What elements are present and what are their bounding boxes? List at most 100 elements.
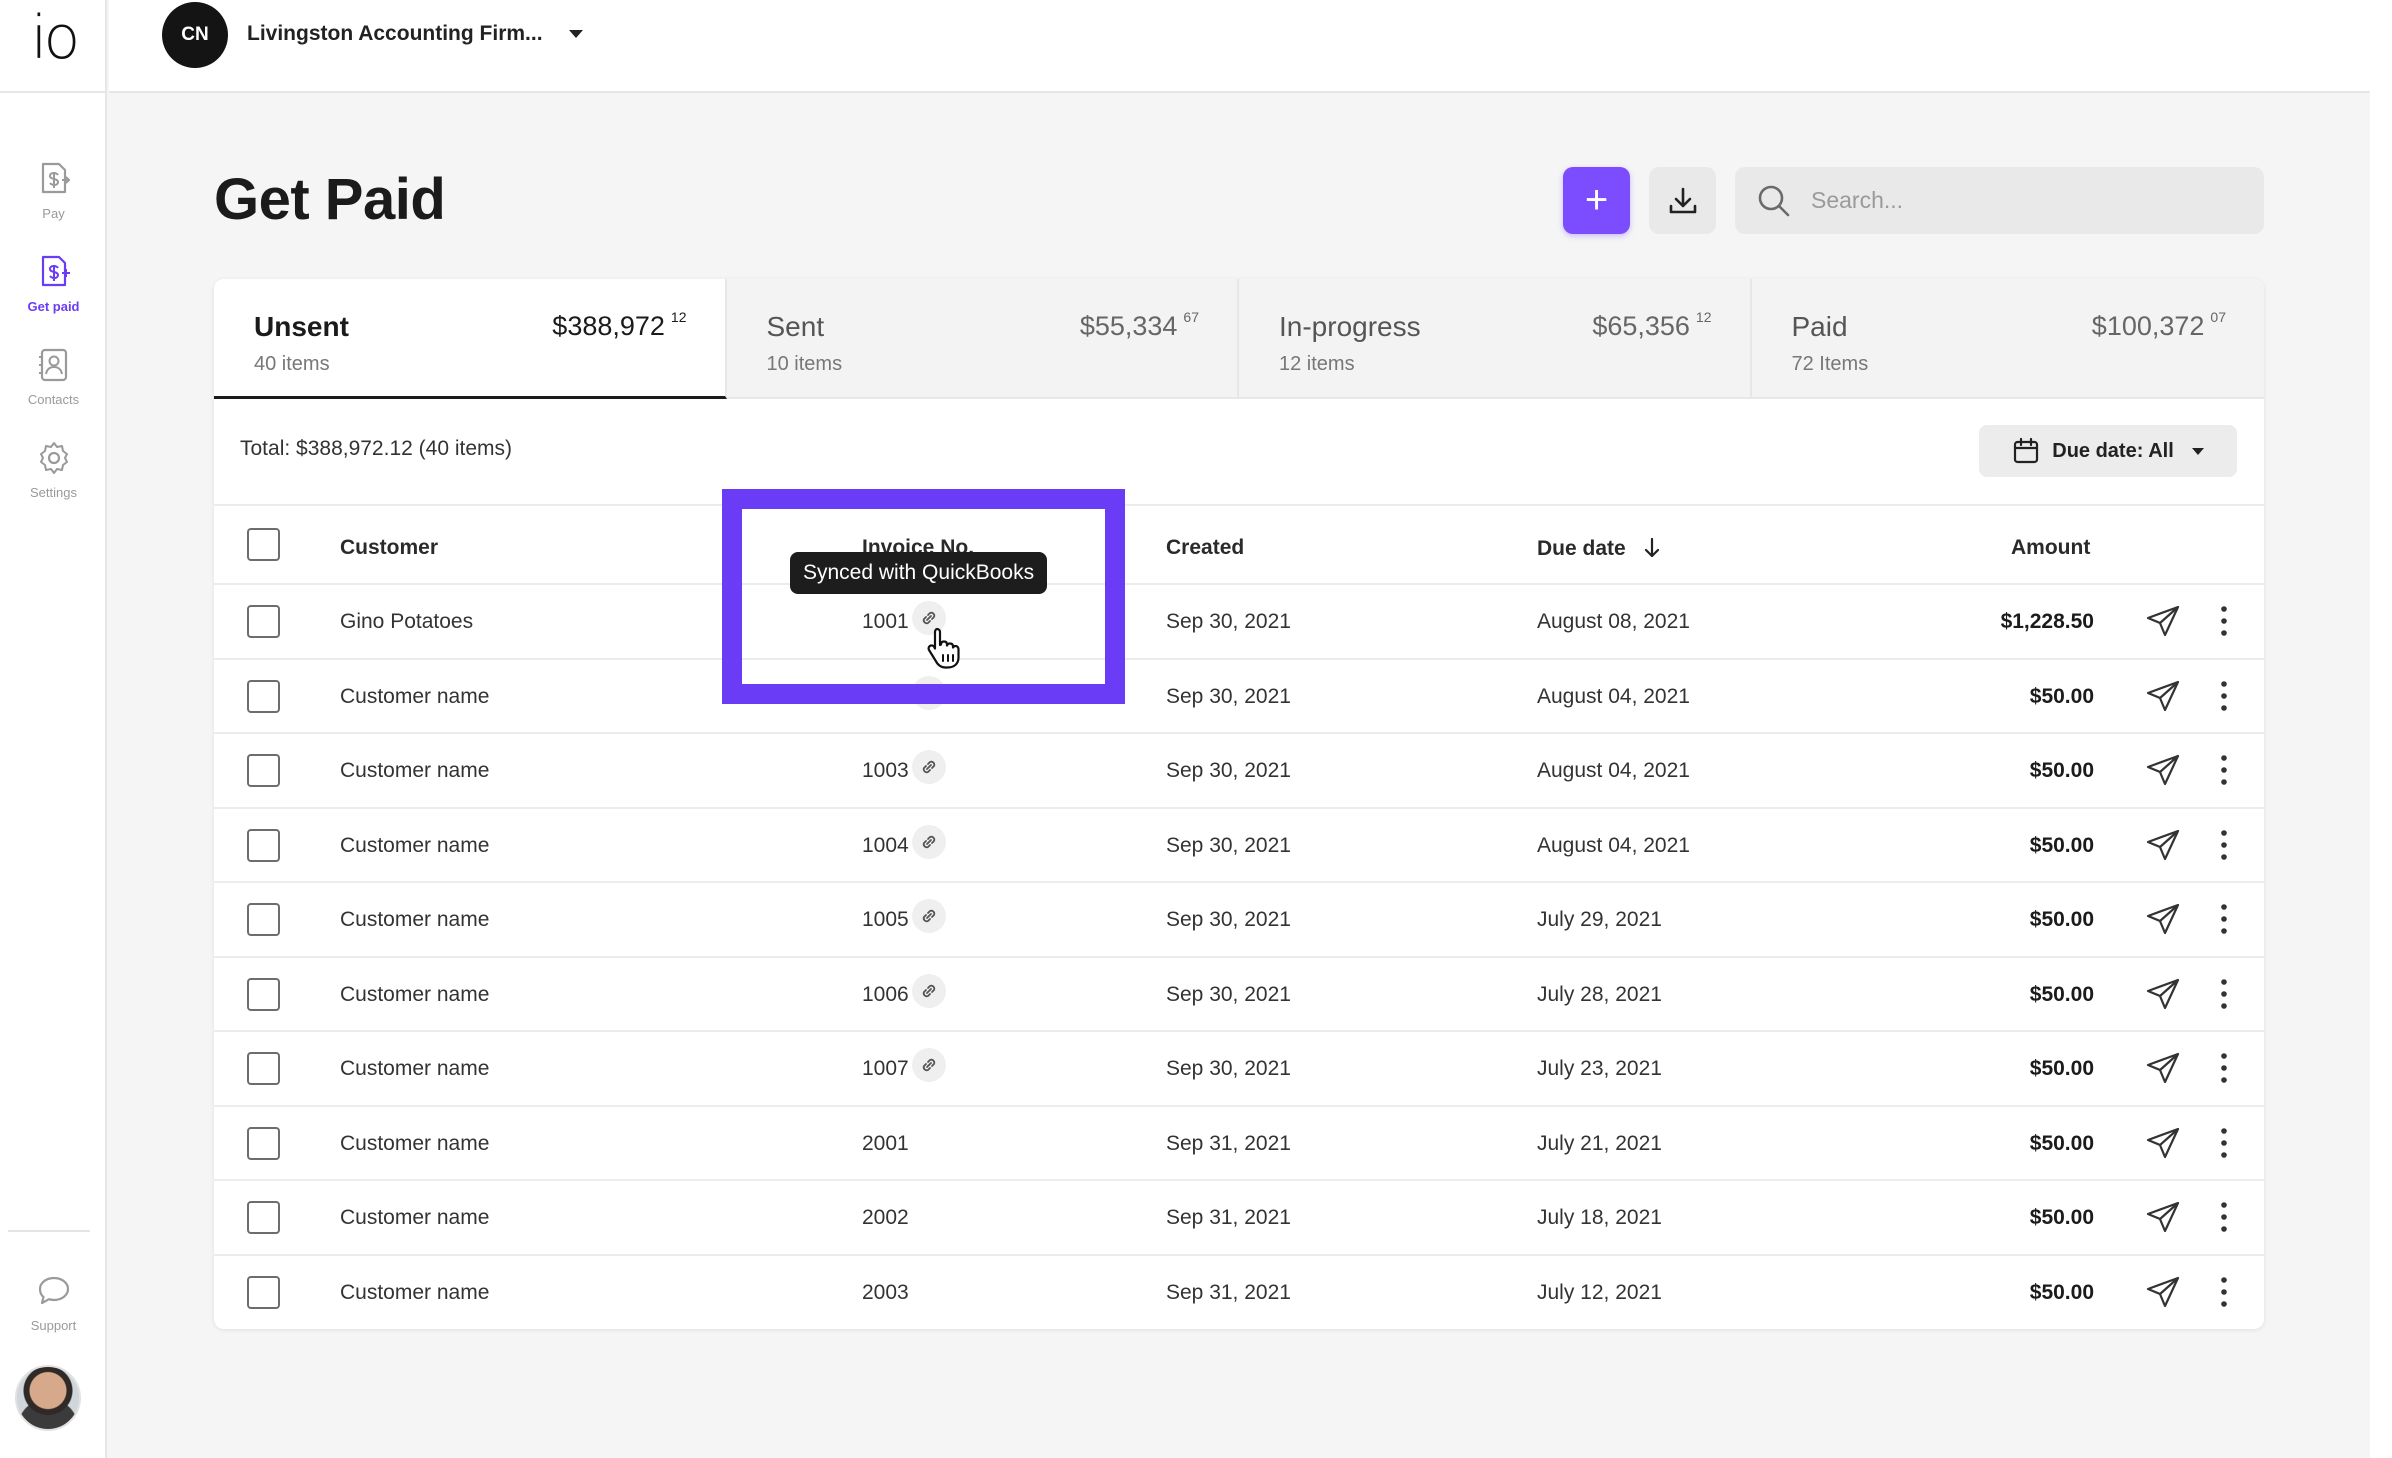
row-checkbox[interactable] [247, 1126, 280, 1160]
created-cell: Sep 31, 2021 [1166, 1131, 1291, 1155]
customer-cell: Customer name [340, 908, 490, 931]
sidebar-item-support[interactable]: Support [0, 1272, 107, 1352]
row-checkbox[interactable] [247, 903, 280, 936]
status-tabs: Unsent 40 items $388,972 12 Sent 10 items… [214, 279, 2264, 399]
row-checkbox[interactable] [247, 1201, 280, 1234]
sidebar-item-pay[interactable]: Pay [0, 160, 107, 240]
send-icon[interactable] [2145, 1274, 2181, 1310]
send-icon[interactable] [2145, 1050, 2181, 1086]
total-summary: Total: $388,972.12 (40 items) [240, 437, 512, 460]
send-icon[interactable] [2145, 603, 2181, 639]
column-header-created[interactable]: Created [1166, 536, 1244, 560]
due-date-cell: August 04, 2021 [1537, 759, 1690, 782]
org-name[interactable]: Livingston Accounting Firm... [247, 22, 543, 46]
send-icon[interactable] [2145, 1199, 2181, 1235]
org-avatar[interactable]: CN [162, 2, 228, 68]
column-header-amount[interactable]: Amount [2011, 536, 2090, 560]
row-checkbox[interactable] [247, 754, 280, 787]
table-row[interactable]: Customer name 1005 Sep 30, 2021 July 29,… [214, 883, 2264, 958]
column-header-customer[interactable]: Customer [340, 536, 438, 560]
sidebar-item-get-paid[interactable]: Get paid [0, 253, 107, 333]
send-icon[interactable] [2145, 976, 2181, 1012]
row-checkbox[interactable] [247, 1052, 280, 1085]
send-icon[interactable] [2145, 827, 2181, 863]
download-icon [1669, 187, 1696, 213]
add-invoice-button[interactable]: + [1563, 167, 1630, 234]
link-icon[interactable] [912, 750, 946, 784]
sidebar-item-contacts[interactable]: Contacts [0, 346, 107, 426]
table-row[interactable]: Gino Potatoes 1001 Sep 30, 2021 August 0… [214, 585, 2264, 660]
select-all-checkbox[interactable] [247, 528, 280, 561]
contact-card-icon [38, 348, 67, 382]
created-cell: Sep 30, 2021 [1166, 610, 1291, 633]
due-date-cell: July 23, 2021 [1537, 1057, 1662, 1080]
tooltip: Synced with QuickBooks [790, 552, 1048, 594]
tab-paid[interactable]: Paid 72 Items $100,372 07 [1751, 279, 2264, 399]
link-icon[interactable] [912, 973, 946, 1008]
tab-unsent[interactable]: Unsent 40 items $388,972 12 [214, 279, 727, 399]
customer-cell: Customer name [340, 759, 490, 782]
row-checkbox[interactable] [247, 679, 280, 713]
invoice-cell: 1001 [862, 610, 909, 633]
send-icon[interactable] [2145, 1125, 2181, 1161]
due-date-filter[interactable]: Due date: All [1979, 425, 2237, 477]
top-bar: CN Livingston Accounting Firm... [109, 0, 2392, 93]
row-checkbox[interactable] [247, 605, 280, 638]
more-vertical-icon[interactable] [2216, 602, 2232, 640]
due-date-cell: August 04, 2021 [1537, 684, 1690, 708]
more-vertical-icon[interactable] [2216, 1273, 2232, 1311]
row-checkbox[interactable] [247, 1275, 280, 1309]
more-vertical-icon[interactable] [2216, 1198, 2232, 1236]
table-row[interactable]: Customer name 2003 Sep 31, 2021 July 12,… [214, 1256, 2264, 1330]
arrow-down-icon [1644, 537, 1659, 558]
more-vertical-icon[interactable] [2216, 751, 2232, 789]
created-cell: Sep 30, 2021 [1166, 833, 1291, 857]
sidebar-item-label: Support [30, 1318, 77, 1333]
customer-cell: Customer name [340, 1057, 490, 1080]
user-avatar[interactable] [15, 1365, 81, 1431]
table-row[interactable]: Customer name 2002 Sep 31, 2021 July 18,… [214, 1181, 2264, 1256]
send-icon[interactable] [2145, 901, 2181, 937]
link-icon[interactable] [912, 824, 946, 859]
table-row[interactable]: Customer name 2001 Sep 31, 2021 July 21,… [214, 1107, 2264, 1181]
table-row[interactable]: Customer name 1003 Sep 30, 2021 August 0… [214, 734, 2264, 809]
table-row[interactable]: Customer name 1007 Sep 30, 2021 July 23,… [214, 1032, 2264, 1107]
amount-cell: $50.00 [2029, 759, 2094, 782]
tab-amount-cents: 12 [1695, 309, 1712, 325]
tab-in-progress[interactable]: In-progress 12 items $65,356 12 [1239, 279, 1752, 399]
tab-count: 10 items [766, 353, 843, 375]
link-icon[interactable] [912, 1048, 946, 1082]
download-button[interactable] [1649, 167, 1716, 234]
table-row[interactable]: Customer name 1006 Sep 30, 2021 July 28,… [214, 958, 2264, 1032]
table-row[interactable]: Customer name 1002 Sep 30, 2021 August 0… [214, 660, 2264, 734]
search-input[interactable] [1811, 187, 2231, 214]
due-date-cell: August 08, 2021 [1537, 610, 1690, 633]
more-vertical-icon[interactable] [2216, 677, 2232, 715]
more-vertical-icon[interactable] [2216, 1049, 2232, 1087]
search-box[interactable] [1735, 167, 2264, 234]
row-checkbox[interactable] [247, 828, 280, 862]
sidebar-item-label: Pay [42, 206, 65, 221]
more-vertical-icon[interactable] [2216, 900, 2232, 938]
invoice-cell: 1002 [862, 684, 909, 708]
send-icon[interactable] [2145, 752, 2181, 788]
sidebar-item-settings[interactable]: Settings [0, 439, 107, 519]
calendar-icon [2014, 437, 2039, 464]
column-header-due-date[interactable]: Due date [1537, 536, 1662, 561]
link-icon[interactable] [912, 899, 946, 933]
chevron-down-icon[interactable] [569, 30, 583, 38]
customer-cell: Customer name [340, 833, 490, 857]
row-checkbox[interactable] [247, 977, 280, 1011]
app-logo[interactable]: io [0, 0, 107, 93]
more-vertical-icon[interactable] [2216, 826, 2232, 864]
link-icon[interactable] [912, 675, 946, 710]
tab-sent[interactable]: Sent 10 items $55,334 67 [726, 279, 1239, 399]
more-vertical-icon[interactable] [2216, 1124, 2232, 1162]
table-row[interactable]: Customer name 1004 Sep 30, 2021 August 0… [214, 809, 2264, 883]
send-icon[interactable] [2145, 678, 2181, 714]
invoice-cell: 1004 [862, 833, 909, 857]
tab-amount: $388,972 12 [552, 309, 686, 342]
due-date-cell: July 21, 2021 [1537, 1131, 1662, 1155]
more-vertical-icon[interactable] [2216, 975, 2232, 1013]
invoice-cell: 1007 [862, 1057, 909, 1080]
